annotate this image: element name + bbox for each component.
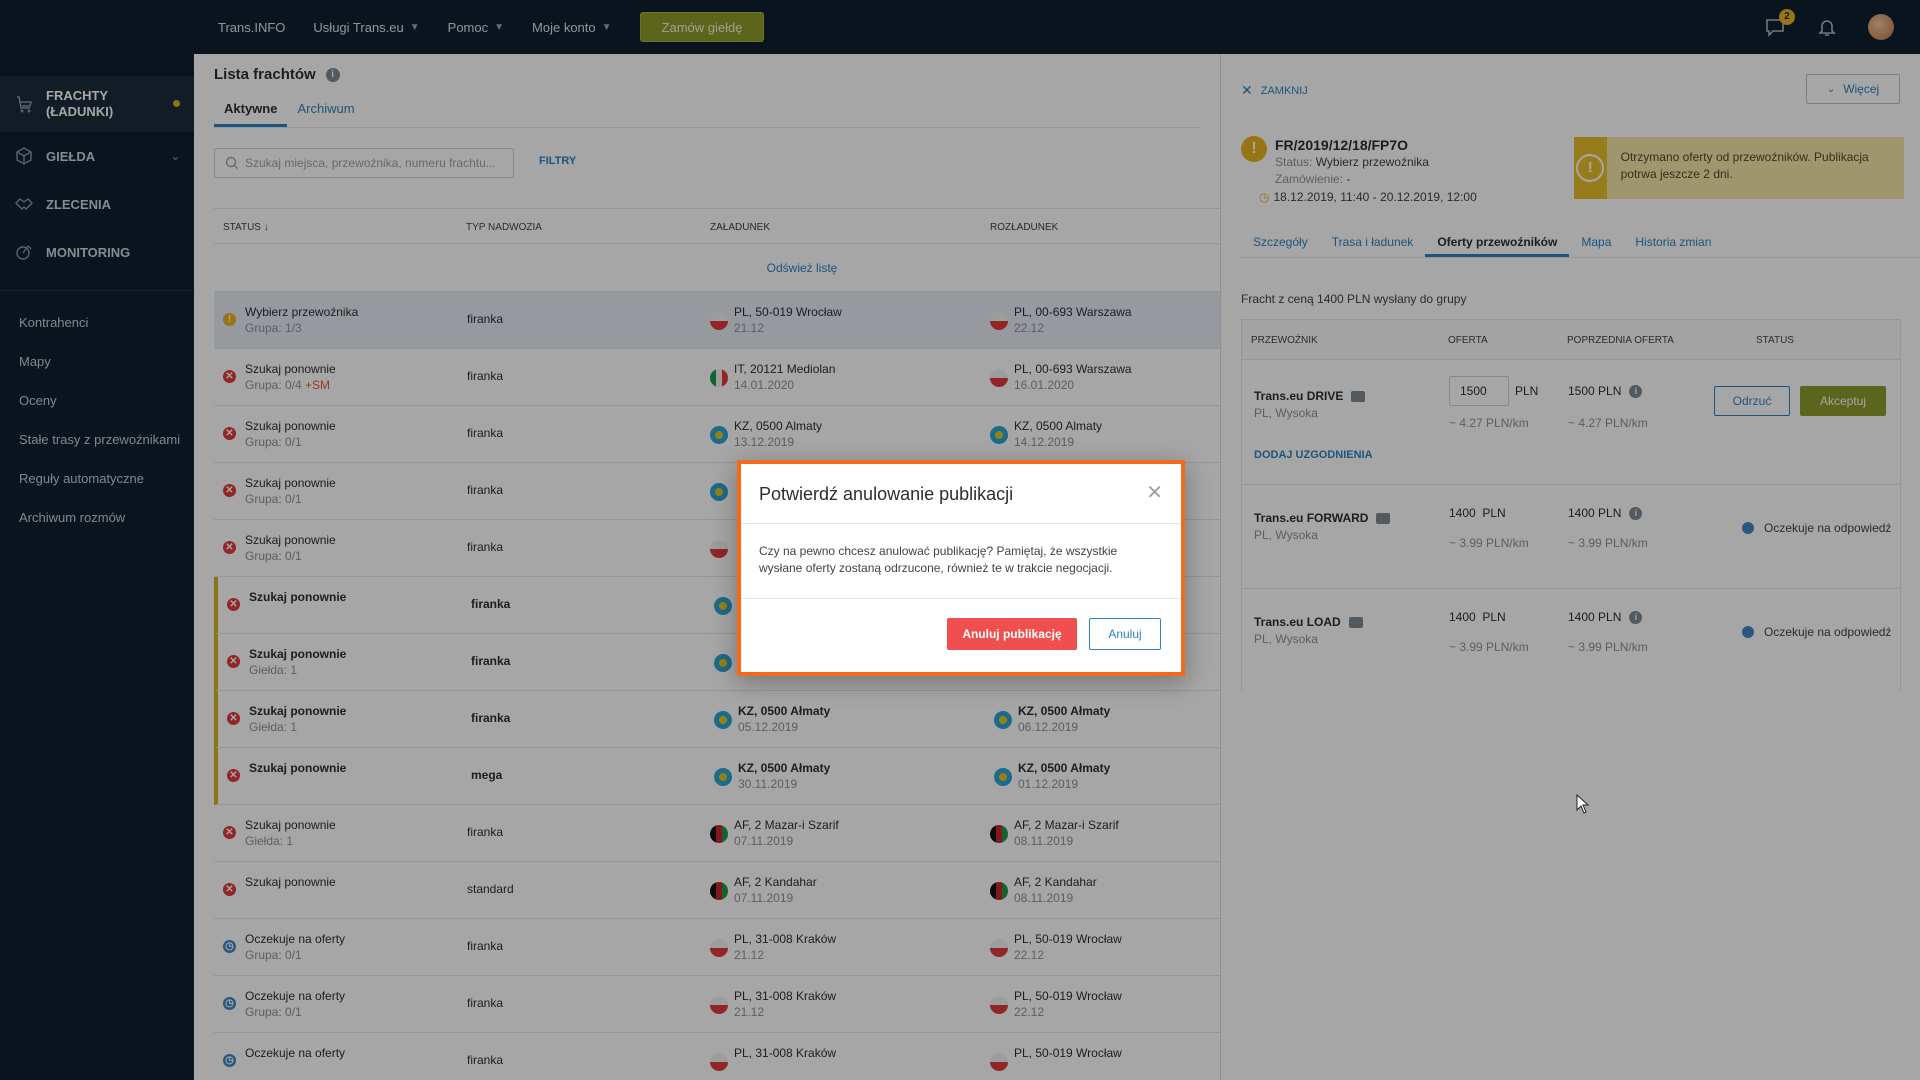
dialog-title: Potwierdź anulowanie publikacji xyxy=(759,484,1014,504)
close-icon[interactable]: ✕ xyxy=(1146,480,1163,505)
mouse-cursor-icon xyxy=(1576,794,1590,814)
dismiss-button[interactable]: Anuluj xyxy=(1089,618,1161,650)
confirm-cancel-publication-dialog: Potwierdź anulowanie publikacji ✕ Czy na… xyxy=(737,460,1185,676)
dialog-body: Czy na pewno chcesz anulować publikację?… xyxy=(741,524,1181,599)
dialog-header: Potwierdź anulowanie publikacji ✕ xyxy=(741,464,1181,524)
cancel-publication-button[interactable]: Anuluj publikację xyxy=(947,618,1077,650)
dialog-footer: Anuluj publikację Anuluj xyxy=(741,599,1181,672)
